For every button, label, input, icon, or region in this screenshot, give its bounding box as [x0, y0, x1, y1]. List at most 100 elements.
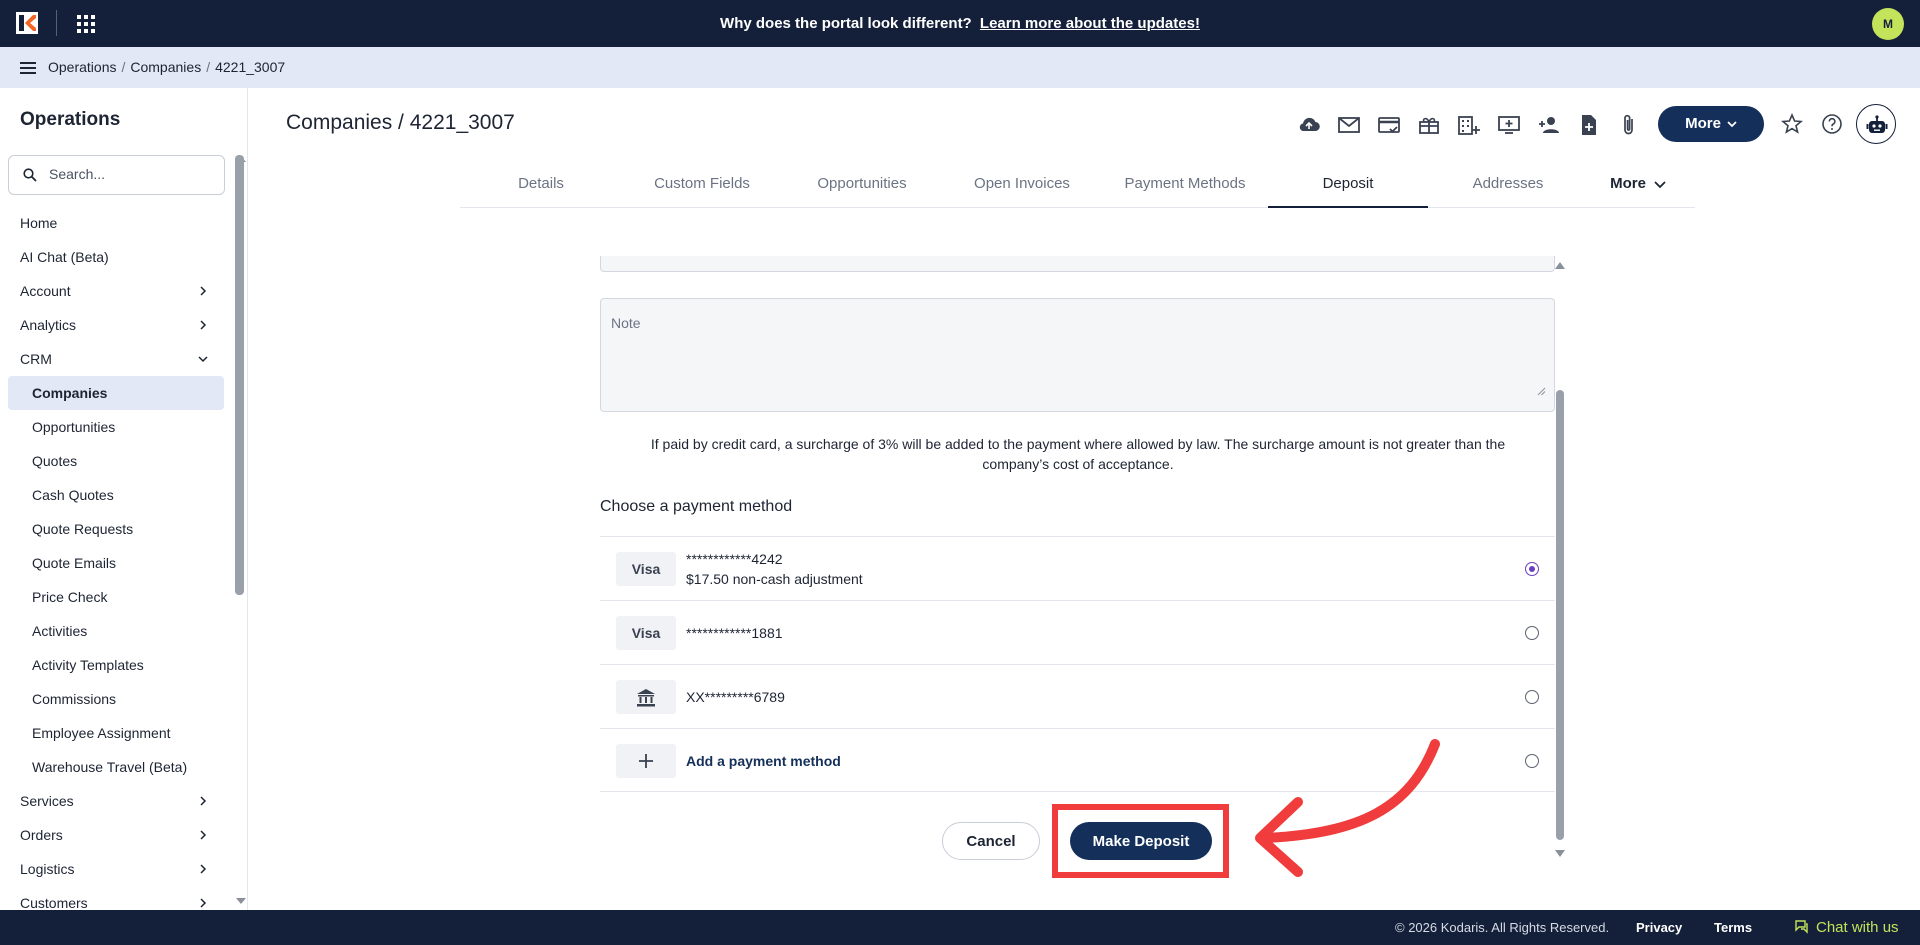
monitor-add-icon[interactable] [1496, 112, 1522, 138]
breadcrumb-companies[interactable]: Companies [130, 59, 201, 75]
chat-icon [1795, 920, 1808, 934]
sidebar-item-account[interactable]: Account [0, 274, 236, 308]
mail-icon[interactable] [1336, 112, 1362, 138]
chat-with-us-button[interactable]: Chat with us [1794, 919, 1899, 936]
sidebar-nav: Home AI Chat (Beta) Account Analytics CR… [0, 206, 236, 910]
visa-badge: Visa [616, 552, 676, 586]
copyright-text: © 2026 Kodaris. All Rights Reserved. [1395, 920, 1610, 935]
sidebar-item-crm[interactable]: CRM [0, 342, 236, 376]
payment-method-row[interactable]: XX*********6789 [600, 664, 1555, 728]
sidebar-item-activity-templates[interactable]: Activity Templates [0, 648, 236, 682]
sidebar-item-logistics[interactable]: Logistics [0, 852, 236, 886]
card-adjustment: $17.50 non-cash adjustment [686, 571, 863, 587]
sidebar-item-employee-assignment[interactable]: Employee Assignment [0, 716, 236, 750]
payment-method-row[interactable]: Visa ************1881 [600, 600, 1555, 664]
visa-badge: Visa [616, 616, 676, 650]
tab-payment-methods[interactable]: Payment Methods [1102, 164, 1268, 208]
announcement-link[interactable]: Learn more about the updates! [980, 15, 1200, 32]
tab-addresses[interactable]: Addresses [1428, 164, 1588, 208]
sidebar: Operations Home AI Chat (Beta) Account A… [0, 88, 248, 910]
payment-radio[interactable] [1525, 754, 1539, 768]
chevron-right-icon [200, 286, 207, 296]
payment-radio[interactable] [1525, 690, 1539, 704]
sidebar-item-commissions[interactable]: Commissions [0, 682, 236, 716]
breadcrumb-operations[interactable]: Operations [48, 59, 116, 75]
search-icon [23, 168, 37, 182]
sidebar-item-companies[interactable]: Companies [8, 376, 224, 410]
announcement-text: Why does the portal look different? [720, 15, 972, 32]
terms-link[interactable]: Terms [1714, 920, 1752, 935]
sidebar-search [8, 155, 225, 195]
plus-badge [616, 744, 676, 778]
sidebar-item-opportunities[interactable]: Opportunities [0, 410, 236, 444]
sidebar-item-price-check[interactable]: Price Check [0, 580, 236, 614]
sidebar-item-warehouse-travel[interactable]: Warehouse Travel (Beta) [0, 750, 236, 784]
cloud-icon[interactable] [1296, 112, 1322, 138]
cancel-button[interactable]: Cancel [942, 822, 1040, 860]
surcharge-notice: If paid by credit card, a surcharge of 3… [650, 436, 1506, 472]
sidebar-item-quote-requests[interactable]: Quote Requests [0, 512, 236, 546]
footer: © 2026 Kodaris. All Rights Reserved. Pri… [0, 910, 1920, 945]
top-bar: Why does the portal look different? Lear… [0, 0, 1920, 47]
card-number: ************1881 [686, 625, 783, 641]
previous-field[interactable] [600, 256, 1555, 272]
sidebar-item-activities[interactable]: Activities [0, 614, 236, 648]
gift-icon[interactable] [1416, 112, 1442, 138]
document-add-icon[interactable] [1576, 112, 1602, 138]
sidebar-item-customers[interactable]: Customers [0, 886, 236, 910]
star-icon[interactable] [1780, 112, 1804, 136]
sidebar-scroll-down[interactable] [236, 898, 246, 904]
payment-method-row[interactable]: Visa ************4242 $17.50 non-cash ad… [600, 536, 1555, 600]
chevron-down-icon [1727, 121, 1737, 128]
tab-open-invoices[interactable]: Open Invoices [942, 164, 1102, 208]
sidebar-item-quotes[interactable]: Quotes [0, 444, 236, 478]
person-add-icon[interactable] [1536, 112, 1562, 138]
payment-radio-selected[interactable] [1525, 562, 1539, 576]
plus-icon [639, 754, 653, 768]
tab-custom-fields[interactable]: Custom Fields [622, 164, 782, 208]
sidebar-item-services[interactable]: Services [0, 784, 236, 818]
search-input[interactable] [49, 166, 219, 182]
chevron-down-icon [1654, 181, 1666, 189]
bank-account-number: XX*********6789 [686, 689, 785, 705]
annotation-highlight-box [1052, 804, 1229, 878]
sidebar-item-orders[interactable]: Orders [0, 818, 236, 852]
tab-details[interactable]: Details [460, 164, 622, 208]
breadcrumb: Operations / Companies/4221_3007 [48, 59, 286, 75]
bank-badge [616, 680, 676, 714]
user-avatar[interactable]: M [1872, 8, 1904, 40]
content-scrollbar[interactable] [1556, 390, 1564, 840]
announcement-banner: Why does the portal look different? Lear… [0, 15, 1920, 32]
sidebar-item-ai-chat[interactable]: AI Chat (Beta) [0, 240, 236, 274]
chevron-right-icon [200, 898, 207, 908]
tab-bar: Details Custom Fields Opportunities Open… [460, 164, 1695, 208]
help-icon[interactable] [1820, 112, 1844, 136]
page-title: Companies / 4221_3007 [286, 111, 515, 134]
sidebar-scrollbar[interactable] [235, 155, 244, 595]
chevron-down-icon [198, 356, 208, 363]
paperclip-icon[interactable] [1616, 112, 1642, 138]
content-scroll-up[interactable] [1555, 262, 1565, 269]
note-field[interactable] [600, 298, 1555, 412]
tab-deposit[interactable]: Deposit [1268, 164, 1428, 208]
more-actions-button[interactable]: More [1658, 106, 1764, 142]
sidebar-item-analytics[interactable]: Analytics [0, 308, 236, 342]
breadcrumb-current: 4221_3007 [215, 59, 286, 75]
privacy-link[interactable]: Privacy [1636, 920, 1682, 935]
ai-assistant-button[interactable] [1856, 104, 1896, 144]
chevron-right-icon [200, 320, 207, 330]
content-scroll-down[interactable] [1555, 850, 1565, 857]
sidebar-item-home[interactable]: Home [0, 206, 236, 240]
menu-icon[interactable] [20, 61, 36, 75]
payment-radio[interactable] [1525, 626, 1539, 640]
sidebar-item-cash-quotes[interactable]: Cash Quotes [0, 478, 236, 512]
resize-grip-icon[interactable] [1536, 386, 1546, 396]
chevron-right-icon [200, 796, 207, 806]
add-payment-method-link[interactable]: Add a payment method [686, 753, 841, 769]
payment-method-heading: Choose a payment method [600, 498, 793, 515]
card-check-icon[interactable] [1376, 112, 1402, 138]
sidebar-item-quote-emails[interactable]: Quote Emails [0, 546, 236, 580]
building-add-icon[interactable] [1456, 112, 1482, 138]
tab-opportunities[interactable]: Opportunities [782, 164, 942, 208]
tab-more[interactable]: More [1588, 164, 1688, 208]
